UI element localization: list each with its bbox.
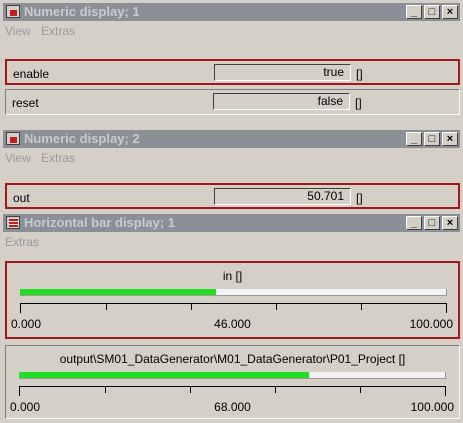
bar-scale (19, 386, 446, 397)
value-field[interactable]: true (214, 64, 351, 81)
bar-display-icon[interactable] (6, 216, 20, 229)
menu-view[interactable]: View (5, 151, 31, 165)
scale-tick (361, 304, 362, 310)
scale-max-label: 100.000 (409, 317, 453, 331)
app-icon[interactable] (6, 5, 20, 18)
value-field[interactable]: 50.701 (214, 188, 351, 205)
scale-tick (190, 387, 191, 393)
scale-tick (19, 387, 20, 396)
menu-extras[interactable]: Extras (41, 24, 75, 38)
scale-tick (445, 387, 446, 396)
bar-title: in [] (222, 269, 243, 283)
title-bar[interactable]: Numeric display; 1 _ □ × (3, 3, 460, 21)
scale-tick (105, 387, 106, 393)
menu-view[interactable]: View (5, 24, 31, 38)
scale-tick (275, 387, 276, 393)
minimize-button[interactable]: _ (406, 216, 422, 230)
value-row-enable[interactable]: enable true [] (5, 59, 460, 85)
scale-tick (360, 387, 361, 393)
bar-panel-in[interactable]: in [] 0.000 46.000 100.000 (5, 261, 460, 339)
scale-tick (20, 304, 21, 313)
value-row-out[interactable]: out 50.701 [] (5, 183, 460, 209)
title-bar[interactable]: Horizontal bar display; 1 _ □ × (3, 214, 460, 232)
bar-track (20, 289, 447, 296)
menu-extras[interactable]: Extras (41, 151, 75, 165)
numeric-display-2-window: Numeric display; 2 _ □ × View Extras out… (0, 127, 463, 211)
bar-title: output\SM01_DataGenerator\M01_DataGenera… (59, 352, 406, 366)
minimize-button[interactable]: _ (406, 5, 422, 19)
app-icon[interactable] (6, 132, 20, 145)
value-field[interactable]: false (213, 93, 350, 110)
minimize-button[interactable]: _ (406, 132, 422, 146)
bar-track (19, 372, 446, 379)
row-label: out (13, 191, 30, 205)
maximize-button[interactable]: □ (424, 216, 440, 230)
row-label: reset (12, 96, 39, 110)
close-button[interactable]: × (442, 216, 458, 230)
horizontal-bar-display-window: Horizontal bar display; 1 _ □ × Extras i… (0, 211, 463, 423)
unit-label: [] (356, 191, 363, 205)
current-value-label: 46.000 (214, 317, 251, 331)
current-value-label: 68.000 (214, 400, 251, 414)
bar-fill (20, 289, 216, 295)
window-title: Numeric display; 1 (24, 4, 140, 19)
scale-tick (191, 304, 192, 310)
unit-label: [] (356, 67, 363, 81)
menu-extras[interactable]: Extras (5, 235, 39, 249)
scale-tick (446, 304, 447, 313)
bar-fill (19, 372, 309, 378)
close-button[interactable]: × (442, 5, 458, 19)
bar-panel-output[interactable]: output\SM01_DataGenerator\M01_DataGenera… (5, 345, 460, 419)
scale-max-label: 100.000 (410, 400, 454, 414)
value-row-reset[interactable]: reset false [] (5, 89, 460, 115)
title-bar[interactable]: Numeric display; 2 _ □ × (3, 130, 460, 148)
maximize-button[interactable]: □ (424, 5, 440, 19)
scale-tick (276, 304, 277, 310)
close-button[interactable]: × (442, 132, 458, 146)
row-label: enable (13, 67, 50, 81)
maximize-button[interactable]: □ (424, 132, 440, 146)
bar-scale (20, 303, 447, 314)
unit-label: [] (355, 96, 362, 110)
scale-tick (106, 304, 107, 310)
window-title: Numeric display; 2 (24, 131, 140, 146)
window-title: Horizontal bar display; 1 (24, 215, 175, 230)
numeric-display-1-window: Numeric display; 1 _ □ × View Extras ena… (0, 0, 463, 127)
